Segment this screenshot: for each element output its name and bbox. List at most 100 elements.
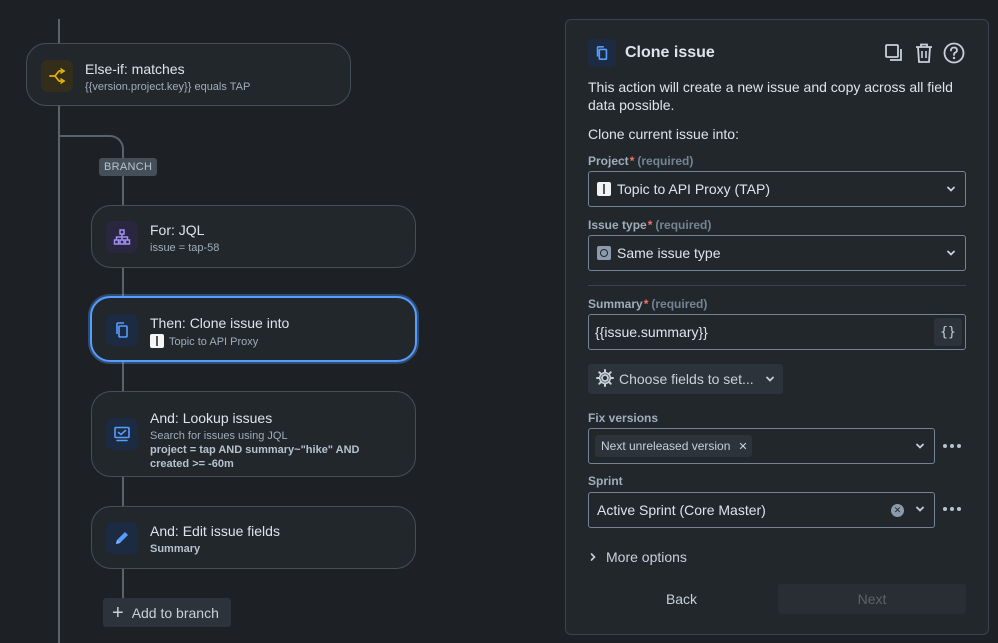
- sprint-select[interactable]: Active Sprint (Core Master) ✕: [588, 492, 935, 528]
- fix-versions-more-icon[interactable]: [941, 436, 963, 456]
- sprint-controls: ✕: [891, 502, 926, 518]
- summary-input[interactable]: {{issue.summary}} {}: [588, 314, 966, 350]
- edit-field-summary: Summary: [150, 543, 201, 555]
- chevron-down-icon: [914, 440, 926, 452]
- branch-connector-line: [122, 568, 124, 598]
- clone-issue-title: Then: Clone issue into: [150, 315, 290, 331]
- automation-canvas: Else-if: matches {{version.project.key}}…: [0, 0, 560, 643]
- edit-issue-title: And: Edit issue fields: [150, 523, 280, 539]
- chevron-down-icon: [914, 502, 926, 518]
- branch-label: BRANCH: [99, 158, 158, 176]
- project-label: Project* (required): [588, 154, 693, 168]
- trash-icon[interactable]: [912, 41, 936, 65]
- fix-version-tag: Next unreleased version ✕: [595, 435, 752, 457]
- branch-connector-line: [122, 267, 124, 297]
- panel-header: Clone issue: [588, 38, 966, 68]
- main-connector-line: [58, 106, 60, 643]
- section-divider: [588, 285, 966, 286]
- more-options-label: More options: [606, 549, 687, 565]
- edit-issue-text: And: Edit issue fields Summary: [150, 522, 280, 556]
- summary-value: {{issue.summary}}: [595, 324, 708, 340]
- summary-label-text: Summary: [588, 297, 643, 311]
- clone-icon: [106, 314, 138, 346]
- else-if-condition: {{version.project.key}} equals TAP: [85, 81, 251, 93]
- help-icon[interactable]: [942, 41, 966, 65]
- lookup-issues-title: And: Lookup issues: [150, 410, 273, 426]
- summary-label: Summary* (required): [588, 297, 707, 311]
- clone-into-label: Clone current issue into:: [588, 126, 739, 142]
- lookup-icon: [106, 418, 138, 450]
- panel-title: Clone issue: [625, 44, 715, 61]
- chevron-down-icon: [764, 373, 776, 385]
- project-value: Topic to API Proxy (TAP): [617, 181, 771, 197]
- issue-type-select[interactable]: Same issue type: [588, 235, 966, 271]
- duplicate-icon[interactable]: [882, 41, 906, 65]
- panel-description: This action will create a new issue and …: [588, 79, 953, 113]
- sprint-more-icon[interactable]: [941, 499, 963, 519]
- edit-issue-node[interactable]: And: Edit issue fields Summary: [91, 506, 416, 569]
- else-if-text: Else-if: matches {{version.project.key}}…: [85, 60, 250, 94]
- required-asterisk: *: [647, 218, 653, 232]
- project-avatar-icon: [150, 334, 164, 348]
- choose-fields-label: Choose fields to set...: [619, 371, 754, 387]
- project-avatar-icon: [597, 182, 611, 196]
- clone-issue-node[interactable]: Then: Clone issue into Topic to API Prox…: [90, 296, 417, 362]
- lookup-issues-query: project = tap AND summary~"hike" AND cre…: [150, 443, 400, 471]
- branch-connector-line: [122, 476, 124, 507]
- sprint-label: Sprint: [588, 474, 623, 488]
- branch-connector-curve: [60, 135, 124, 159]
- for-jql-query: issue = tap-58: [150, 242, 220, 254]
- for-jql-text: For: JQL issue = tap-58: [150, 221, 219, 255]
- issue-type-label: Issue type* (required): [588, 218, 711, 232]
- gear-icon: [596, 368, 614, 390]
- fix-versions-label: Fix versions: [588, 411, 659, 425]
- for-jql-title: For: JQL: [150, 222, 205, 238]
- project-label-text: Project: [588, 154, 629, 168]
- clone-icon: [588, 39, 616, 67]
- choose-fields-button[interactable]: Choose fields to set...: [588, 364, 783, 394]
- smart-value-button[interactable]: {}: [934, 318, 962, 346]
- clone-issue-text: Then: Clone issue into Topic to API Prox…: [150, 314, 289, 349]
- lookup-jql: project = tap AND summary~"hike" AND cre…: [150, 444, 360, 470]
- clone-issue-panel: Clone issue This action will create a ne…: [565, 19, 989, 635]
- branch-connector-line: [122, 176, 124, 206]
- lookup-issues-text: And: Lookup issues Search for issues usi…: [150, 409, 400, 471]
- fix-versions-select[interactable]: Next unreleased version ✕: [588, 428, 935, 464]
- fix-version-tag-label: Next unreleased version: [601, 439, 731, 453]
- else-if-node[interactable]: Else-if: matches {{version.project.key}}…: [26, 43, 351, 106]
- chevron-right-icon: [588, 549, 598, 565]
- lookup-issues-desc: Search for issues using JQL: [150, 430, 288, 442]
- pencil-icon: [106, 522, 138, 554]
- sprint-value: Active Sprint (Core Master): [597, 502, 766, 518]
- more-options-toggle[interactable]: More options: [588, 549, 687, 565]
- clear-icon[interactable]: ✕: [891, 503, 904, 517]
- branch-connector-line: [122, 361, 124, 392]
- project-select[interactable]: Topic to API Proxy (TAP): [588, 171, 966, 207]
- issue-type-value: Same issue type: [617, 245, 721, 261]
- summary-required-text: (required): [651, 297, 708, 311]
- else-if-title: Else-if: matches: [85, 61, 185, 77]
- project-required-text: (required): [637, 154, 694, 168]
- for-jql-node[interactable]: For: JQL issue = tap-58: [91, 205, 416, 268]
- chevron-down-icon: [945, 183, 957, 195]
- branch-condition-icon: [41, 60, 73, 92]
- chevron-down-icon: [945, 247, 957, 259]
- edit-issue-fields: Summary: [150, 542, 280, 556]
- add-to-branch-label: Add to branch: [131, 604, 219, 621]
- required-asterisk: *: [629, 154, 635, 168]
- issue-type-icon: [597, 246, 611, 260]
- plus-icon: +: [112, 601, 124, 624]
- next-button[interactable]: Next: [778, 584, 966, 614]
- add-to-branch-button[interactable]: + Add to branch: [103, 598, 231, 627]
- clone-target: Topic to API Proxy: [150, 334, 289, 349]
- required-asterisk: *: [643, 297, 649, 311]
- lookup-issues-node[interactable]: And: Lookup issues Search for issues usi…: [91, 391, 416, 477]
- issue-type-required-text: (required): [655, 218, 712, 232]
- back-button[interactable]: Back: [588, 584, 775, 614]
- remove-tag-icon[interactable]: ✕: [738, 440, 747, 453]
- main-connector-line: [58, 19, 60, 45]
- panel-actions: [882, 41, 966, 65]
- clone-target-project: Topic to API Proxy: [169, 336, 259, 348]
- hierarchy-icon: [106, 221, 138, 253]
- issue-type-label-text: Issue type: [588, 218, 647, 232]
